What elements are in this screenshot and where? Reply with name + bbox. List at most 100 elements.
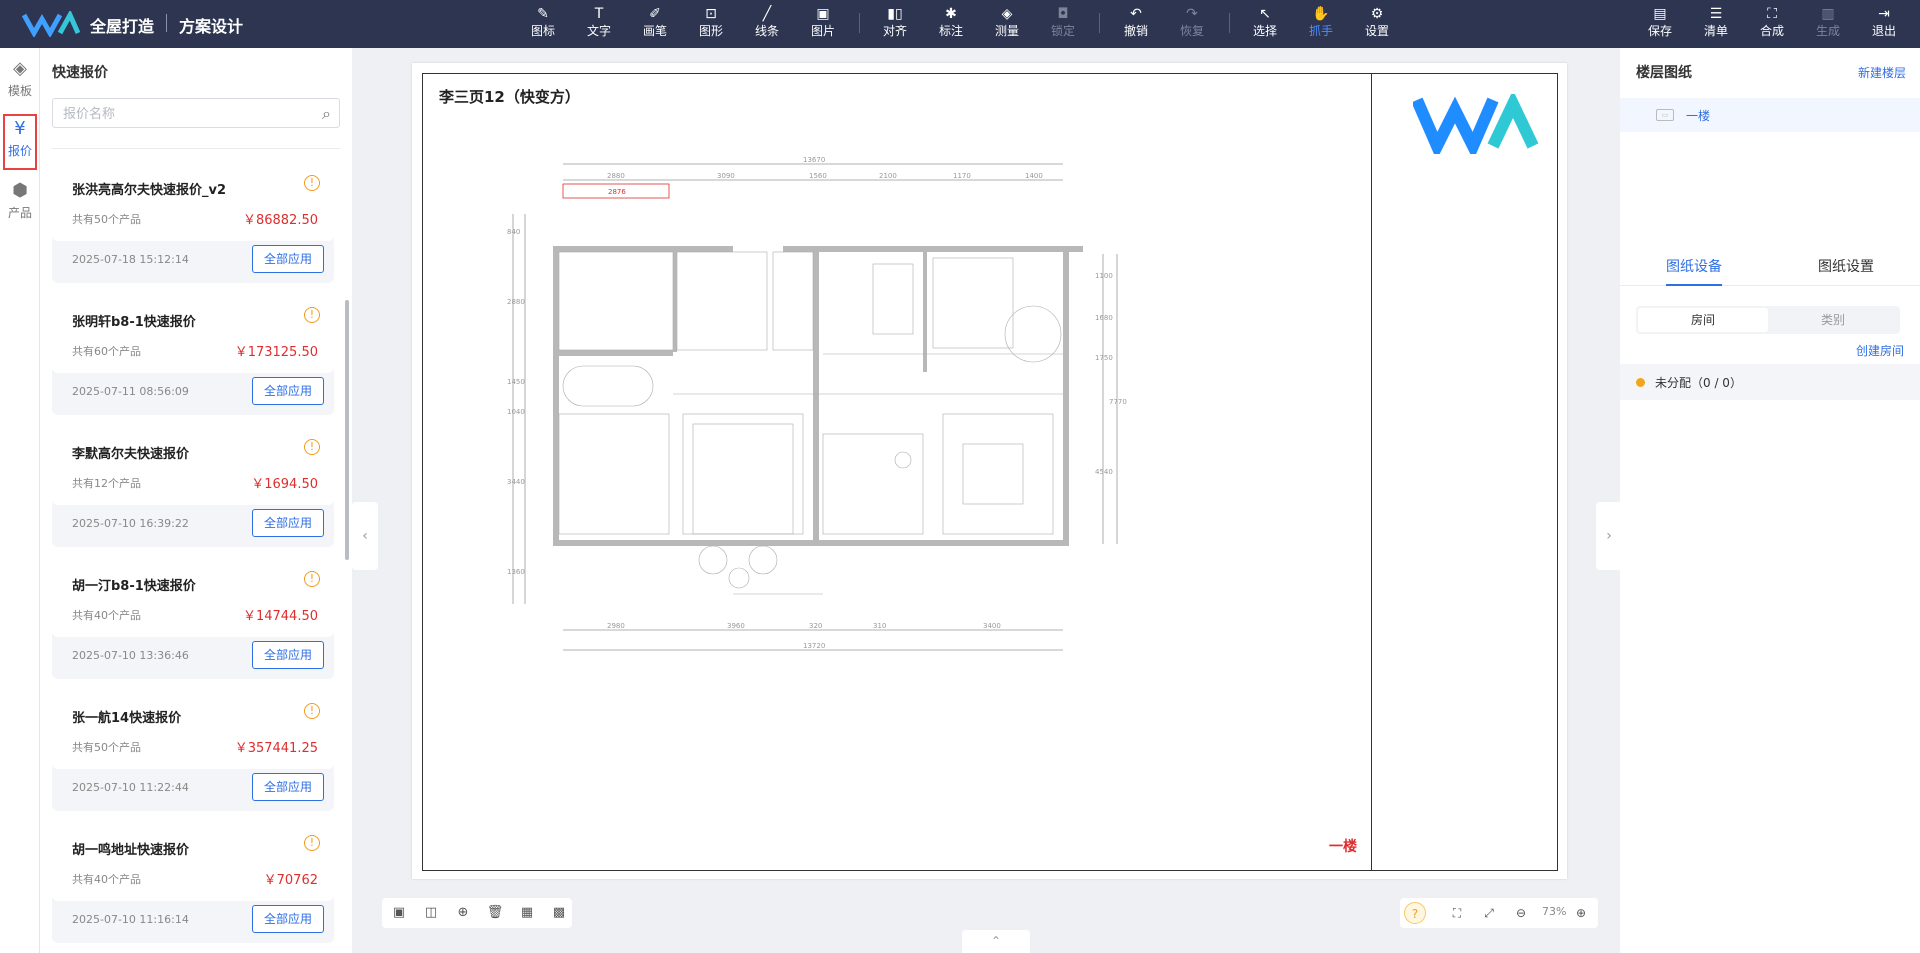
bring-front-icon[interactable]: ▣ [390,904,408,922]
apply-all-button[interactable]: 全部应用 [252,245,324,273]
quote-card[interactable]: 胡一鸣地址快速报价 ! 共有40个产品 ￥70762 2025-07-10 11… [52,821,334,943]
tool-select[interactable]: ↖ 选择 [1243,5,1287,43]
segment-room[interactable]: 房间 [1638,308,1768,332]
dim-label: 1360 [507,568,525,576]
tool-text[interactable]: T 文字 [577,5,621,43]
quote-card[interactable]: 张洪亮高尔夫快速报价_v2 ! 共有50个产品 ￥86882.50 2025-0… [52,161,334,283]
apply-all-button[interactable]: 全部应用 [252,641,324,669]
segment-category[interactable]: 类别 [1768,308,1898,332]
group-icon[interactable]: ▦ [518,904,536,922]
tool-align[interactable]: ▮▯ 对齐 [873,5,917,43]
dim-label: 1680 [1095,314,1113,322]
exit-icon: ⇥ [1878,6,1890,22]
exit-button[interactable]: ⇥ 退出 [1862,5,1906,43]
dim-label: 3440 [507,478,525,486]
tool-hand[interactable]: ✋ 抓手 [1299,5,1343,43]
quote-date: 2025-07-10 16:39:22 [72,517,189,530]
list-icon: ☰ [1709,6,1723,22]
floor-plan: 13670 2880 3090 1560 2100 1170 1400 2980… [507,156,1127,651]
generate-button[interactable]: ▥ 生成 [1806,5,1850,43]
quote-card[interactable]: 张一航14快速报价 ! 共有50个产品 ￥357441.25 2025-07-1… [52,689,334,811]
tool-undo[interactable]: ↶ 撤销 [1114,5,1158,43]
collapse-right-button[interactable]: › [1596,502,1622,570]
quote-date: 2025-07-10 13:36:46 [72,649,189,662]
warning-icon[interactable]: ! [304,439,320,455]
tab-drawing-settings[interactable]: 图纸设置 [1818,256,1874,276]
brush-icon: ✐ [649,6,661,22]
quote-name: 李默高尔夫快速报价 [72,447,190,462]
hand-icon: ✋ [1312,6,1330,22]
zoom-in-icon[interactable]: ⊕ [1572,904,1590,922]
fit-screen-icon[interactable]: ⛶ [1448,904,1466,922]
tool-redo[interactable]: ↷ 恢复 [1170,5,1214,43]
dim-label: 840 [507,228,520,236]
apply-all-button[interactable]: 全部应用 [252,773,324,801]
new-floor-link[interactable]: 新建楼层 [1858,64,1906,81]
list-button[interactable]: ☰ 清单 [1694,5,1738,43]
chevron-up-icon: ⌃ [990,934,1002,948]
dim-label: 1100 [1095,272,1113,280]
warning-icon[interactable]: ! [304,175,320,191]
quote-card-body: 胡一鸣地址快速报价 ! 共有40个产品 ￥70762 [52,821,334,901]
warning-icon[interactable]: ! [304,571,320,587]
panel-title: 楼层图纸 [1636,65,1692,81]
apply-all-button[interactable]: 全部应用 [252,905,324,933]
tool-settings[interactable]: ⚙ 设置 [1355,5,1399,43]
brand-logo [22,11,80,37]
quote-card[interactable]: 张明轩b8-1快速报价 ! 共有60个产品 ￥173125.50 2025-07… [52,293,334,415]
copy-icon[interactable]: ⊕ [454,904,472,922]
toolbar-divider [1229,13,1230,33]
dim-label: 320 [809,622,822,630]
help-icon[interactable]: ? [1404,902,1426,924]
compose-button[interactable]: ⛶ 合成 [1750,5,1794,43]
rail-item-template[interactable]: ◈ 模板 [3,56,37,112]
quote-price: ￥86882.50 [242,213,318,228]
tool-measure[interactable]: ◈ 测量 [985,5,1029,43]
quote-card[interactable]: 胡一汀b8-1快速报价 ! 共有40个产品 ￥14744.50 2025-07-… [52,557,334,679]
tool-line[interactable]: ╱ 线条 [745,5,789,43]
warning-icon[interactable]: ! [304,703,320,719]
tool-lock[interactable]: ◘ 锁定 [1041,5,1085,43]
tab-drawing-devices[interactable]: 图纸设备 [1666,256,1722,276]
toolbar-divider [859,13,860,33]
send-back-icon[interactable]: ◫ [422,904,440,922]
quote-date: 2025-07-10 11:22:44 [72,781,189,794]
tool-annotate[interactable]: ✱ 标注 [929,5,973,43]
right-panel: 楼层图纸 新建楼层 ▭ 一楼 图纸设备 图纸设置 房间 类别 创建房间 未分配（… [1620,48,1920,953]
dim-label: 3400 [983,622,1001,630]
quote-card-body: 张洪亮高尔夫快速报价_v2 ! 共有50个产品 ￥86882.50 [52,161,334,241]
create-room-link[interactable]: 创建房间 [1856,342,1904,359]
fullscreen-icon[interactable]: ⤢ [1480,904,1498,922]
warning-icon[interactable]: ! [304,307,320,323]
rail-item-quote[interactable]: ¥ 报价 [3,114,37,170]
quote-list: 张洪亮高尔夫快速报价_v2 ! 共有50个产品 ￥86882.50 2025-0… [52,148,340,948]
ungroup-icon[interactable]: ▩ [550,904,568,922]
warning-icon[interactable]: ! [304,835,320,851]
tool-brush[interactable]: ✐ 画笔 [633,5,677,43]
floor-label: 一楼 [1329,839,1357,855]
redo-icon: ↷ [1186,6,1198,22]
dim-label: 1450 [507,378,525,386]
drawing-canvas[interactable]: 李三页12（快变方） 13670 2880 3090 1560 2100 117… [412,63,1567,879]
dim-label: 310 [873,622,886,630]
quote-count: 共有50个产品 [72,741,141,754]
delete-icon[interactable]: 🗑 [486,904,504,922]
search-icon[interactable]: ⌕ [322,104,331,124]
quote-card[interactable]: 李默高尔夫快速报价 ! 共有12个产品 ￥1694.50 2025-07-10 … [52,425,334,547]
quote-card-body: 李默高尔夫快速报价 ! 共有12个产品 ￥1694.50 [52,425,334,505]
apply-all-button[interactable]: 全部应用 [252,377,324,405]
floor-item[interactable]: ▭ 一楼 [1620,98,1920,132]
save-button[interactable]: ▤ 保存 [1638,5,1682,43]
tool-icons[interactable]: ✎ 图标 [521,5,565,43]
unassigned-group[interactable]: 未分配（0 / 0） [1620,364,1920,400]
apply-all-button[interactable]: 全部应用 [252,509,324,537]
search-input[interactable] [53,99,293,127]
expand-bottom-button[interactable]: ⌃ [962,930,1030,953]
tool-shape[interactable]: ⊡ 图形 [689,5,733,43]
collapse-left-button[interactable]: ‹ [352,502,378,570]
list-scrollbar[interactable] [345,300,349,560]
quote-count: 共有50个产品 [72,213,141,226]
zoom-out-icon[interactable]: ⊖ [1512,904,1530,922]
rail-item-product[interactable]: ⬢ 产品 [3,178,37,234]
tool-image[interactable]: ▣ 图片 [801,5,845,43]
